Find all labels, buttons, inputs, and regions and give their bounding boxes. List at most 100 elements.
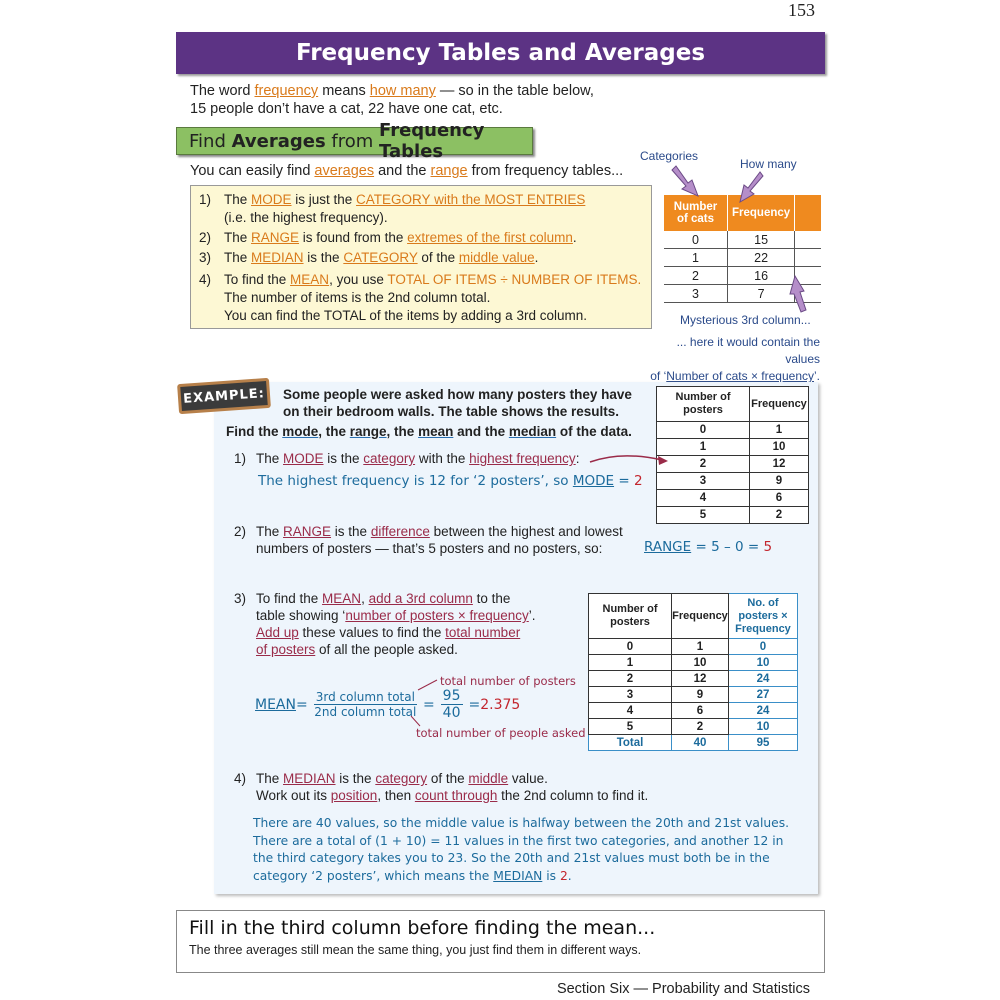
text: is the — [323, 451, 364, 466]
cell: 15 — [727, 231, 796, 249]
table-row: 37 — [664, 284, 822, 303]
cell-empty — [794, 231, 822, 249]
cell: 2 — [664, 266, 728, 285]
rule-number: 3) — [199, 250, 212, 265]
cell: 3 — [664, 284, 728, 303]
example-question: Some people were asked how many posters … — [283, 387, 632, 419]
tip-body: The three averages still mean the same t… — [189, 943, 642, 957]
cell: 2 — [588, 670, 672, 687]
table-row: 39 — [656, 472, 809, 490]
text: the third category takes you to 23. So t… — [253, 851, 770, 865]
text: The highest frequency is 12 for ‘2 poste… — [258, 473, 573, 489]
term: number of posters × frequency — [345, 608, 529, 623]
table-row: 3 9 27 — [588, 686, 798, 703]
term-mode: mode — [282, 424, 319, 439]
term-difference: difference — [370, 524, 430, 539]
term-median: MEDIAN — [283, 771, 336, 786]
cell-empty — [794, 284, 822, 303]
cell: 95 — [728, 734, 798, 751]
term: of posters — [256, 642, 316, 657]
column-header: Number of posters — [656, 386, 750, 422]
cats-frequency-table: Number of cats Frequency 0 15 1 22 2 16 37 — [664, 195, 822, 303]
text: . — [572, 230, 577, 245]
intro-text: means — [318, 83, 370, 99]
text: There are 40 values, so the middle value… — [253, 816, 790, 830]
third-column-note: ... here it would contain the values of … — [640, 334, 820, 385]
posters-frequency-table: Number of posters Frequency 01 1 10 2 12 39… — [656, 386, 809, 524]
cell: 10 — [728, 718, 798, 735]
tip-box: Fill in the third column before finding … — [176, 910, 825, 973]
text: , then — [377, 788, 415, 803]
table-row: 01 — [656, 421, 809, 439]
cell: 4 — [656, 489, 750, 507]
table-row: 1 22 — [664, 248, 822, 267]
table-row: 2 12 24 — [588, 670, 798, 687]
term-range: RANGE — [251, 230, 300, 245]
term: Number of cats × frequency — [666, 369, 814, 383]
intro-text: The word — [190, 83, 255, 99]
cell: 27 — [728, 686, 798, 703]
cell: 3 — [588, 686, 672, 703]
section-heading: Find Averages from Frequency Tables — [176, 120, 533, 162]
rule-number: 2) — [199, 230, 212, 245]
how-many-label: How many — [740, 157, 797, 171]
term: middle value — [458, 250, 535, 265]
term: Add up — [256, 625, 299, 640]
text: to the — [472, 591, 511, 606]
cell: 2 — [671, 718, 729, 735]
heading-word: Find — [189, 130, 226, 152]
text: of the — [427, 771, 469, 786]
text: category ‘2 posters’, which means the — [253, 868, 494, 883]
table-row: 2 12 — [656, 455, 809, 473]
text: . — [567, 868, 572, 883]
cell: 40 — [671, 734, 729, 751]
term-range: range — [349, 424, 387, 439]
term-median: median — [508, 424, 557, 439]
mysterious-column-label: Mysterious 3rd column... — [680, 313, 811, 327]
term: total number — [445, 625, 521, 640]
term-mean: mean — [418, 424, 454, 439]
term: CATEGORY — [343, 250, 418, 265]
table-header-row: Number of posters Frequency — [656, 386, 809, 422]
text: is just the — [291, 192, 357, 207]
cell: 22 — [727, 248, 796, 267]
step-number: 3) — [234, 591, 247, 606]
intro-text: 15 people don’t have a cat, 22 have one … — [190, 101, 503, 117]
text: The — [256, 451, 284, 466]
term-median: MEDIAN — [251, 250, 304, 265]
table-row: 46 — [656, 489, 809, 507]
section-footer: Section Six — Probability and Statistics — [556, 981, 810, 997]
cell: 9 — [749, 472, 809, 490]
text: table showing ‘ — [256, 608, 346, 623]
intro-paragraph: The word frequency means how many — so i… — [190, 82, 630, 118]
text: value. — [508, 771, 548, 786]
column-header: Frequency — [749, 386, 809, 422]
text: The — [256, 771, 284, 786]
table-row: 1 10 — [656, 438, 809, 456]
text: the 2nd column to find it. — [497, 788, 649, 803]
formula: TOTAL OF ITEMS ÷ NUMBER OF ITEMS. — [387, 272, 642, 287]
table-row: 010 — [588, 638, 798, 655]
cell: 24 — [728, 702, 798, 719]
term-category: category — [375, 771, 428, 786]
term-range: RANGE — [283, 524, 332, 539]
table-row: 4 6 24 — [588, 702, 798, 719]
column-header: No. of posters × Frequency — [728, 593, 798, 639]
denominator: 2nd column total — [314, 705, 417, 719]
text: ... here it would contain the values — [676, 335, 820, 366]
rule-number: 4) — [199, 272, 212, 287]
column-header: Frequency — [727, 195, 796, 231]
table-row: 52 — [656, 506, 809, 524]
term-mean: MEAN — [255, 696, 296, 713]
cell: 5 — [588, 718, 672, 735]
text: , the — [386, 424, 419, 439]
column-header: Number of cats — [664, 195, 728, 231]
cell: 0 — [664, 231, 728, 249]
numerator: 3rd column total — [313, 690, 417, 705]
text: = — [295, 696, 308, 713]
cell: 0 — [656, 421, 750, 439]
term-mode: MODE — [283, 451, 324, 466]
cell: 1 — [671, 638, 729, 655]
fraction-values: 95 40 — [440, 688, 463, 721]
step-3: 3) To find the MEAN, add a 3rd column to … — [234, 590, 579, 658]
